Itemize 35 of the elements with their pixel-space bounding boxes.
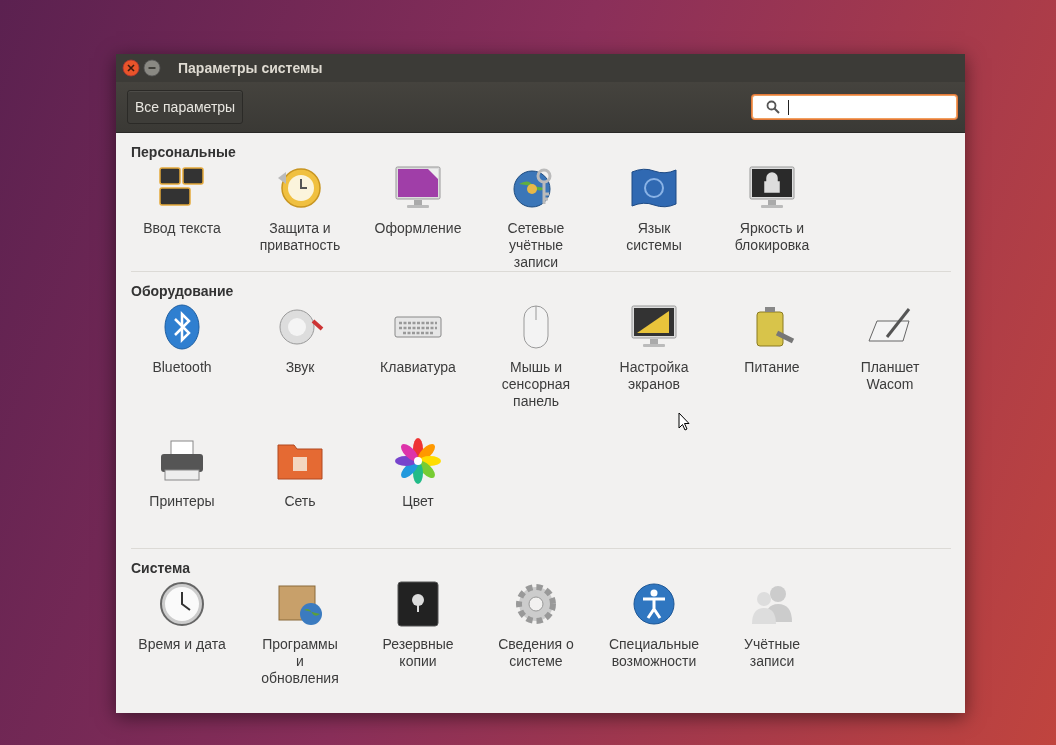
settings-item-label[interactable]: Питание — [744, 359, 800, 376]
settings-item-label[interactable]: Сведения о системе — [498, 636, 574, 670]
section-heading: Система — [131, 560, 191, 576]
minimize-icon[interactable] — [143, 59, 161, 77]
settings-item-label[interactable]: Специальные возможности — [608, 636, 700, 670]
settings-item-label[interactable]: Настройка экранов — [619, 359, 689, 393]
settings-item-label[interactable]: Сеть — [284, 493, 316, 510]
search-icon — [766, 100, 780, 114]
text-caret — [788, 99, 789, 115]
settings-item-label[interactable]: Мышь и сенсорная панель — [501, 359, 571, 410]
settings-item-label[interactable]: Резервные копии — [382, 636, 454, 670]
settings-item-label[interactable]: Планшет Wacom — [860, 359, 920, 393]
close-icon[interactable] — [122, 59, 140, 77]
all-settings-button[interactable]: Все параметры — [127, 90, 244, 124]
window-title: Параметры системы — [178, 60, 323, 76]
clock-icon[interactable] — [157, 580, 207, 628]
settings-item-label[interactable]: Ввод текста — [143, 220, 221, 237]
settings-item-label[interactable]: Время и дата — [138, 636, 226, 653]
flower-icon[interactable] — [393, 437, 443, 485]
settings-item-label[interactable]: Принтеры — [149, 493, 215, 510]
settings-item-label[interactable]: Оформление — [374, 220, 462, 237]
settings-item-label[interactable]: Программы и обновления — [261, 636, 339, 687]
settings-item-label[interactable]: Сетевые учётные записи — [507, 220, 565, 271]
settings-item-label[interactable]: Учётные записи — [744, 636, 800, 670]
section-heading: Персональные — [131, 144, 237, 160]
section-heading: Оборудование — [131, 283, 235, 299]
settings-item-label[interactable]: Звук — [285, 359, 315, 376]
settings-item-label[interactable]: Bluetooth — [152, 359, 212, 376]
settings-item-label[interactable]: Яркость и блокировка — [734, 220, 810, 254]
mouse-pointer-icon — [678, 412, 690, 431]
settings-item-label[interactable]: Цвет — [402, 493, 434, 510]
settings-item-label[interactable]: Язык системы — [626, 220, 682, 254]
settings-item-label[interactable]: Защита и приватность — [259, 220, 341, 254]
settings-item-label[interactable]: Клавиатура — [380, 359, 456, 376]
search-field[interactable] — [752, 95, 957, 119]
